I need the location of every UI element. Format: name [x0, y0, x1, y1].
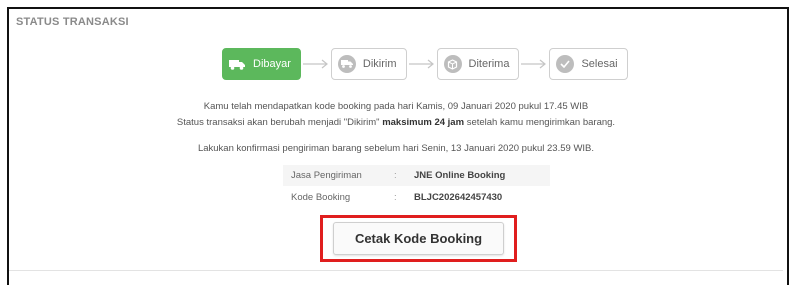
- step-diterima: Diterima: [436, 48, 520, 80]
- step-selesai: Selesai: [549, 48, 628, 80]
- booking-code-row: Kode Booking : BLJC202642457430: [283, 187, 550, 208]
- step-label: Dibayar: [253, 58, 291, 70]
- print-booking-code-button[interactable]: Cetak Kode Booking: [333, 222, 504, 255]
- confirmation-deadline-line: Lakukan konfirmasi pengiriman barang seb…: [197, 143, 595, 154]
- row-separator: :: [394, 170, 397, 181]
- truck-icon: [229, 55, 245, 73]
- step-dibayar: Dibayar: [222, 48, 301, 80]
- step-label: Diterima: [468, 58, 510, 70]
- status-info-line: Status transaksi akan berubah menjadi "D…: [0, 117, 792, 128]
- divider: [9, 270, 783, 271]
- row-separator: :: [394, 192, 397, 203]
- booking-info-line: Kamu telah mendapatkan kode booking pada…: [203, 101, 589, 112]
- step-label: Selesai: [581, 58, 618, 70]
- section-title: STATUS TRANSAKSI: [16, 16, 129, 28]
- arrow-right-icon: [301, 48, 331, 80]
- status-info-emphasis: maksimum 24 jam: [382, 117, 465, 128]
- arrow-right-icon: [407, 48, 437, 80]
- status-info-text: setelah kamu mengirimkan barang.: [466, 117, 616, 128]
- package-icon: [443, 55, 462, 73]
- row-label: Jasa Pengiriman: [291, 170, 362, 181]
- step-dikirim: Dikirim: [330, 48, 407, 80]
- status-info-text: Status transaksi akan berubah menjadi "D…: [176, 117, 380, 128]
- row-value: BLJC202642457430: [414, 192, 503, 203]
- row-label: Kode Booking: [291, 192, 351, 203]
- row-value: JNE Online Booking: [414, 170, 506, 181]
- truck-icon: [337, 55, 356, 73]
- shipping-service-row: Jasa Pengiriman : JNE Online Booking: [283, 165, 550, 186]
- arrow-right-icon: [519, 48, 549, 80]
- check-icon: [556, 55, 575, 73]
- step-label: Dikirim: [362, 58, 397, 70]
- status-stepper: Dibayar Dikirim Diterima Selesai: [222, 48, 628, 80]
